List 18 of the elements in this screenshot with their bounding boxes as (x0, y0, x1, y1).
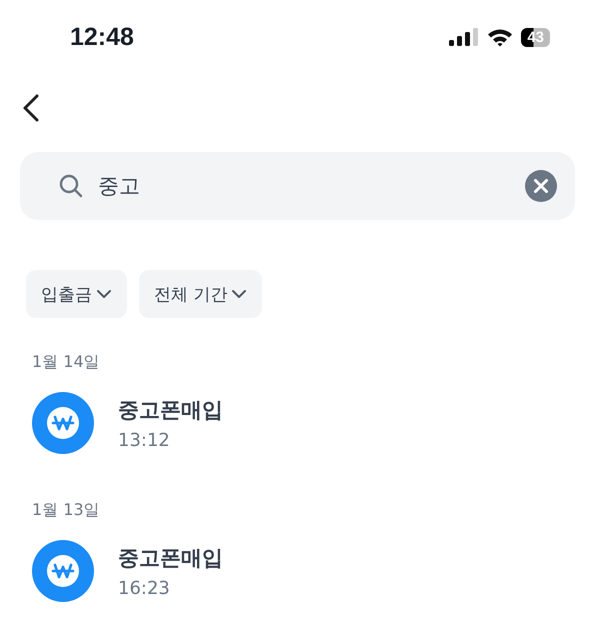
filter-dropdown[interactable]: 입출금 (26, 270, 127, 318)
signal-icon (449, 28, 480, 46)
chevron-down-icon (231, 289, 248, 299)
transaction-time: 16:23 (118, 578, 171, 598)
date-header: 1월 13일 (31, 499, 101, 521)
filter-dropdown[interactable]: 전체 기간 (139, 270, 262, 318)
clear-icon[interactable] (525, 170, 557, 202)
won-icon (32, 540, 94, 602)
transaction-title: 중고폰매입 (118, 396, 223, 424)
wifi-icon (487, 28, 514, 46)
won-icon (32, 392, 94, 454)
transaction-time: 13:12 (118, 430, 171, 450)
chevron-down-icon (96, 289, 112, 299)
date-header: 1월 14일 (31, 351, 101, 373)
status-time: 12:48 (70, 22, 134, 52)
search-icon (58, 173, 84, 199)
search-field[interactable]: 중고 (20, 152, 575, 220)
transaction-title: 중고폰매입 (118, 544, 223, 572)
